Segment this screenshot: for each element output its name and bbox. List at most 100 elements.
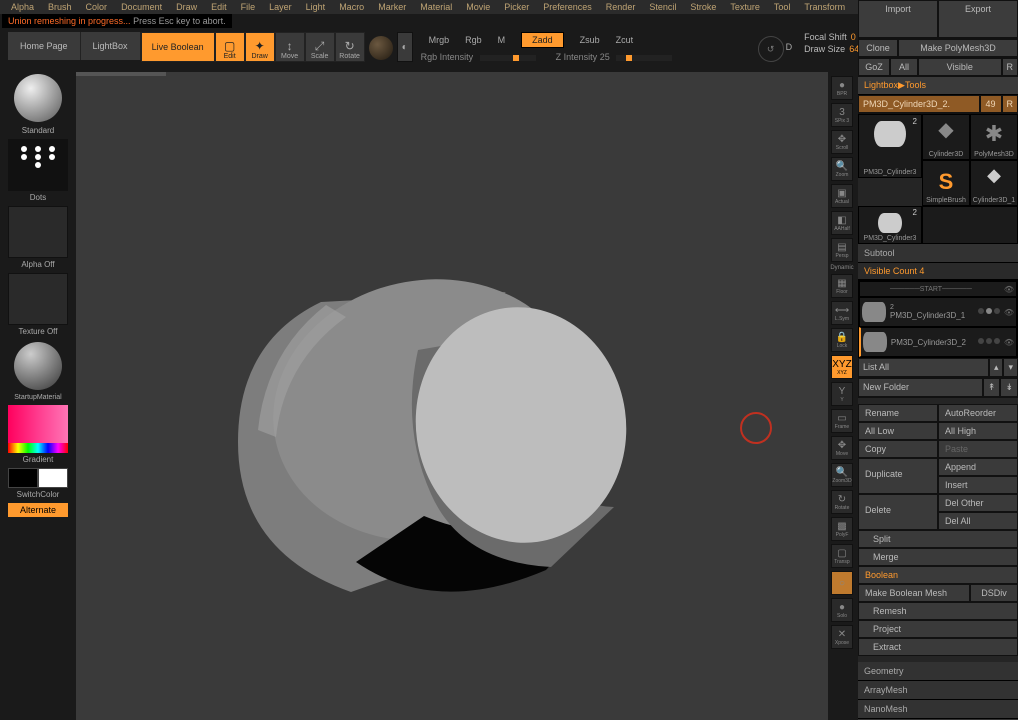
switch-color-slot[interactable]: SwitchColor [4, 468, 72, 501]
menu-transform[interactable]: Transform [797, 2, 852, 12]
alternate-button[interactable]: Alternate [8, 503, 68, 517]
subtool-item-2[interactable]: PM3D_Cylinder3D_2 👁 [859, 327, 1017, 357]
tool-cylinder3d-1[interactable]: ◆Cylinder3D_1 [970, 160, 1018, 206]
menu-color[interactable]: Color [79, 2, 115, 12]
material-slot[interactable]: StartupMaterial [4, 340, 72, 403]
tool-polymesh3d[interactable]: ✱PolyMesh3D [970, 114, 1018, 160]
tool-cylinder-sub[interactable]: 2 PM3D_Cylinder3 [858, 206, 922, 244]
rail-transp[interactable]: ▢Transp [831, 544, 853, 568]
rail-zoom[interactable]: 🔍Zoom [831, 157, 853, 181]
mrgb-mode[interactable]: Mrgb [429, 35, 450, 45]
insert-button[interactable]: Insert [938, 476, 1018, 494]
gizmo-toggle[interactable]: ◐ [397, 32, 413, 62]
move-dn-icon[interactable]: ↡ [1000, 378, 1018, 397]
tool-cylinder3d[interactable]: ◆Cylinder3D [922, 114, 970, 160]
menu-draw[interactable]: Draw [169, 2, 204, 12]
zsub-mode[interactable]: Zsub [580, 35, 600, 45]
rail-move[interactable]: ✥Move [831, 436, 853, 460]
menu-tool[interactable]: Tool [767, 2, 798, 12]
rgb-intensity-slider[interactable] [480, 55, 536, 61]
geometry-section[interactable]: Geometry [858, 662, 1018, 681]
rail-y[interactable]: YY [831, 382, 853, 406]
rotate-mode[interactable]: ↻Rotate [335, 32, 365, 62]
zcut-mode[interactable]: Zcut [616, 35, 634, 45]
goz-button[interactable]: GoZ [858, 58, 890, 76]
list-up-icon[interactable]: ▴ [989, 358, 1004, 377]
brush-slot[interactable]: Standard [4, 72, 72, 137]
subtool-section[interactable]: Subtool [858, 244, 1018, 263]
delete-button[interactable]: Delete [858, 494, 938, 530]
color-picker[interactable]: Gradient [4, 405, 72, 466]
append-button[interactable]: Append [938, 458, 1018, 476]
eye-icon[interactable]: 👁 [1004, 285, 1014, 294]
scale-mode[interactable]: ⤢Scale [305, 32, 335, 62]
current-tool-name[interactable]: PM3D_Cylinder3D_2. [858, 95, 980, 113]
goz-all-button[interactable]: All [890, 58, 918, 76]
split-button[interactable]: Split [858, 530, 1018, 548]
rail-bpr[interactable]: ●BPR [831, 76, 853, 100]
tool-simplebrush[interactable]: SSimpleBrush [922, 160, 970, 206]
rail-zoom3d[interactable]: 🔍Zoom3D [831, 463, 853, 487]
rail-polyf[interactable]: ▩PolyF [831, 517, 853, 541]
export-button[interactable]: Export [938, 0, 1018, 38]
rail-actual[interactable]: ▣Actual [831, 184, 853, 208]
current-tool-r[interactable]: R [1002, 95, 1018, 113]
dynamic-brush-icon[interactable]: ↺ [758, 36, 784, 62]
draw-mode[interactable]: ✦Draw [245, 32, 275, 62]
menu-texture[interactable]: Texture [723, 2, 767, 12]
menu-preferences[interactable]: Preferences [536, 2, 599, 12]
eye-icon[interactable]: 👁 [1004, 308, 1014, 317]
arraymesh-section[interactable]: ArrayMesh [858, 681, 1018, 700]
alpha-slot[interactable]: Alpha Off [4, 206, 72, 271]
menu-render[interactable]: Render [599, 2, 643, 12]
rail-rotate[interactable]: ↻Rotate [831, 490, 853, 514]
nanomesh-section[interactable]: NanoMesh [858, 700, 1018, 719]
copy-button[interactable]: Copy [858, 440, 938, 458]
all-high-button[interactable]: All High [938, 422, 1018, 440]
autoreorder-button[interactable]: AutoReorder [938, 404, 1018, 422]
home-button[interactable]: Home Page [8, 32, 81, 60]
menu-layer[interactable]: Layer [262, 2, 299, 12]
rail-lock[interactable]: 🔒Lock [831, 328, 853, 352]
menu-movie[interactable]: Movie [459, 2, 497, 12]
rail-frame[interactable]: ▭Frame [831, 409, 853, 433]
del-other-button[interactable]: Del Other [938, 494, 1018, 512]
menu-marker[interactable]: Marker [371, 2, 413, 12]
live-boolean-button[interactable]: Live Boolean [141, 32, 215, 62]
menu-stroke[interactable]: Stroke [683, 2, 723, 12]
subtool-item-1[interactable]: 2 PM3D_Cylinder3D_1 👁 [859, 297, 1017, 327]
boolean-button[interactable]: Boolean [858, 566, 1018, 584]
edit-mode[interactable]: ▢Edit [215, 32, 245, 62]
z-intensity-slider[interactable] [616, 55, 672, 61]
menu-file[interactable]: File [234, 2, 263, 12]
list-dn-icon[interactable]: ▾ [1003, 358, 1018, 377]
remesh-button[interactable]: Remesh [858, 602, 1018, 620]
rgb-mode[interactable]: Rgb [465, 35, 482, 45]
viewport-canvas[interactable] [76, 72, 828, 720]
move-up-icon[interactable]: ↟ [983, 378, 1001, 397]
menu-material[interactable]: Material [413, 2, 459, 12]
stroke-slot[interactable]: Dots [4, 139, 72, 204]
menu-picker[interactable]: Picker [497, 2, 536, 12]
rail-persp[interactable]: ▤Persp [831, 238, 853, 262]
goz-visible-button[interactable]: Visible [918, 58, 1002, 76]
tool-cylinder-main[interactable]: 2 PM3D_Cylinder3 [858, 114, 922, 178]
move-mode[interactable]: ↕Move [275, 32, 305, 62]
rail-xpose[interactable]: ✕Xpose [831, 625, 853, 649]
rail-aahalf[interactable]: ◧AAHalf [831, 211, 853, 235]
project-button[interactable]: Project [858, 620, 1018, 638]
rail-scroll[interactable]: ✥Scroll [831, 130, 853, 154]
menu-light[interactable]: Light [299, 2, 333, 12]
rail-xyz[interactable]: XYZXYZ [831, 355, 853, 379]
menu-stencil[interactable]: Stencil [642, 2, 683, 12]
del-all-button[interactable]: Del All [938, 512, 1018, 530]
menu-macro[interactable]: Macro [332, 2, 371, 12]
new-folder-button[interactable]: New Folder [858, 378, 983, 397]
eye-icon[interactable]: 👁 [1004, 338, 1014, 347]
menu-alpha[interactable]: Alpha [4, 2, 41, 12]
rail-floor[interactable]: ▦Floor [831, 274, 853, 298]
texture-slot[interactable]: Texture Off [4, 273, 72, 338]
make-boolean-button[interactable]: Make Boolean Mesh [858, 584, 970, 602]
list-all-button[interactable]: List All [858, 358, 989, 377]
all-low-button[interactable]: All Low [858, 422, 938, 440]
